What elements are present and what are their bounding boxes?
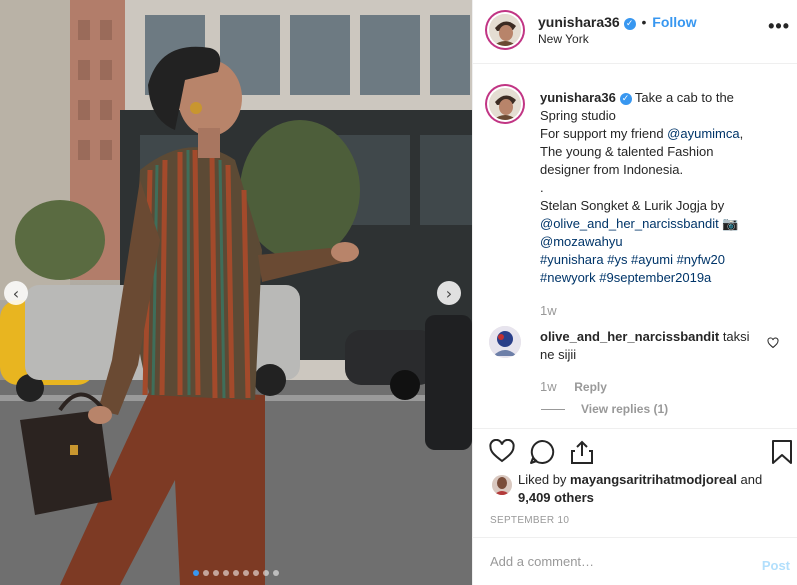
commenter-avatar[interactable] (489, 326, 521, 358)
comment-input[interactable] (490, 554, 750, 569)
bookmark-icon[interactable] (771, 439, 793, 468)
carousel-dot (233, 570, 239, 576)
liker-avatar[interactable] (492, 475, 512, 495)
post-location[interactable]: New York (538, 32, 589, 46)
caption-text: Take a cab to the (634, 90, 734, 105)
carousel-dot (213, 570, 219, 576)
commenter-username[interactable]: olive_and_her_narcissbandit (540, 329, 719, 344)
caption-text: Spring studio (540, 108, 616, 123)
carousel-dot (193, 570, 199, 576)
add-comment-bar: Post (473, 537, 797, 585)
post-photo[interactable]: ‹ › (0, 0, 472, 585)
follow-button[interactable]: Follow (652, 14, 696, 30)
action-bar (473, 428, 797, 472)
verified-badge-icon: ✓ (619, 93, 632, 105)
likes-and: and (736, 472, 763, 487)
likes-others-link[interactable]: 9,409 others (518, 490, 594, 505)
caption-text: Stelan Songket & Lurik Jogja by (540, 198, 725, 213)
likes-prefix: Liked by (518, 472, 571, 487)
view-replies-line (541, 409, 565, 411)
carousel-dots (0, 570, 472, 576)
camera-emoji-icon: 📷 (722, 216, 739, 231)
caption-text: . (540, 180, 544, 195)
hashtag-link[interactable]: #yunishara #ys #ayumi #nyfw20 (540, 251, 755, 269)
caption-avatar[interactable] (489, 88, 521, 120)
comment-icon[interactable] (529, 439, 555, 468)
carousel-dot (263, 570, 269, 576)
post-date[interactable]: SEPTEMBER 10 (490, 515, 569, 526)
chevron-right-icon: › (445, 283, 453, 303)
post-header: yunishara36 ✓ • Follow New York ••• (473, 0, 797, 64)
follow-separator: • (641, 14, 647, 30)
liker-username[interactable]: mayangsaritrihatmodjoreal (570, 472, 737, 487)
carousel-dot (273, 570, 279, 576)
post-side-panel: yunishara36 ✓ • Follow New York ••• yuni… (472, 0, 797, 585)
verified-badge-icon: ✓ (623, 18, 636, 30)
post-comment-button[interactable]: Post (762, 558, 790, 573)
caption-username[interactable]: yunishara36 (540, 90, 616, 105)
caption-text: , (739, 126, 744, 141)
comment-text: ne sijii (540, 347, 577, 362)
author-username[interactable]: yunishara36 (538, 14, 620, 30)
caption-timestamp[interactable]: 1w (540, 303, 557, 318)
reply-button[interactable]: Reply (574, 380, 607, 394)
caption-text: For support my friend (540, 126, 668, 141)
carousel-next-button[interactable]: › (437, 281, 461, 305)
post-caption: yunishara36 ✓ Take a cab to the Spring s… (540, 89, 755, 287)
comment-text: taksi (722, 329, 750, 344)
comment-item: olive_and_her_narcissbandit taksi ne sij… (540, 328, 765, 364)
view-replies-label: View replies (1) (581, 402, 669, 416)
comment-like-heart-icon[interactable] (767, 336, 779, 352)
carousel-dot (203, 570, 209, 576)
comment-meta: 1w Reply (540, 379, 607, 394)
carousel-dot (253, 570, 259, 576)
more-options-icon[interactable]: ••• (768, 16, 790, 37)
street-scene-image (0, 0, 472, 585)
carousel-prev-button[interactable]: ‹ (4, 281, 28, 305)
caption-text: designer from Indonesia. (540, 162, 684, 177)
chevron-left-icon: ‹ (12, 283, 20, 303)
comment-timestamp[interactable]: 1w (540, 379, 557, 394)
heart-icon[interactable] (489, 438, 515, 466)
hashtag-link[interactable]: #newyork #9september2019a (540, 269, 755, 287)
author-avatar[interactable] (489, 14, 521, 46)
share-icon[interactable] (569, 439, 595, 468)
mention-link[interactable]: @mozawahyu (540, 233, 755, 251)
caption-text: The young & talented Fashion (540, 144, 714, 159)
mention-link[interactable]: @olive_and_her_narcissbandit (540, 216, 719, 231)
carousel-dot (243, 570, 249, 576)
carousel-dot (223, 570, 229, 576)
view-replies-button[interactable]: View replies (1) (541, 402, 668, 416)
mention-link[interactable]: @ayumimca (667, 126, 739, 141)
